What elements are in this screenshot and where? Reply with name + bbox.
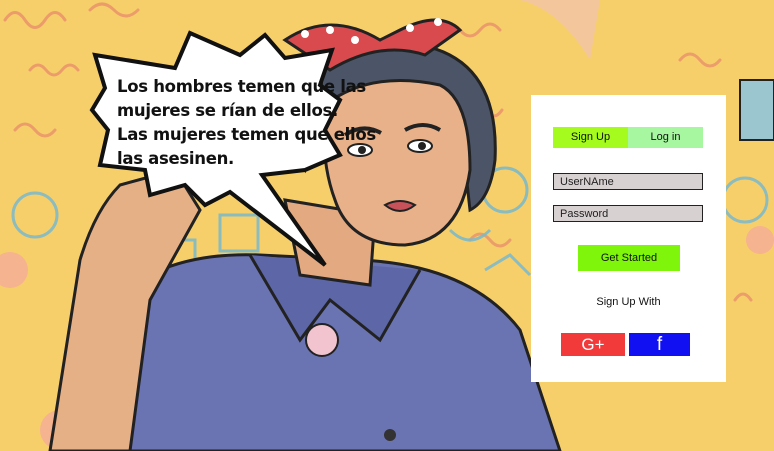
speech-line-4: las asesinen.: [117, 149, 235, 168]
facebook-button[interactable]: f: [629, 333, 690, 356]
tab-sign-up[interactable]: Sign Up: [553, 127, 628, 148]
speech-line-1: Los hombres temen que las: [117, 77, 366, 96]
password-field[interactable]: [553, 205, 703, 222]
username-field[interactable]: [553, 173, 703, 190]
speech-line-2: mujeres se rían de ellos.: [117, 101, 339, 120]
auth-panel: Sign Up Log in Get Started Sign Up With …: [531, 95, 726, 382]
speech-line-3: Las mujeres temen que ellos: [117, 125, 376, 144]
speech-bubble-text: Los hombres temen que las mujeres se ría…: [117, 75, 376, 171]
google-plus-button[interactable]: G+: [561, 333, 625, 356]
sign-up-with-label: Sign Up With: [596, 296, 661, 308]
tab-log-in[interactable]: Log in: [628, 127, 703, 148]
get-started-button[interactable]: Get Started: [578, 245, 680, 271]
